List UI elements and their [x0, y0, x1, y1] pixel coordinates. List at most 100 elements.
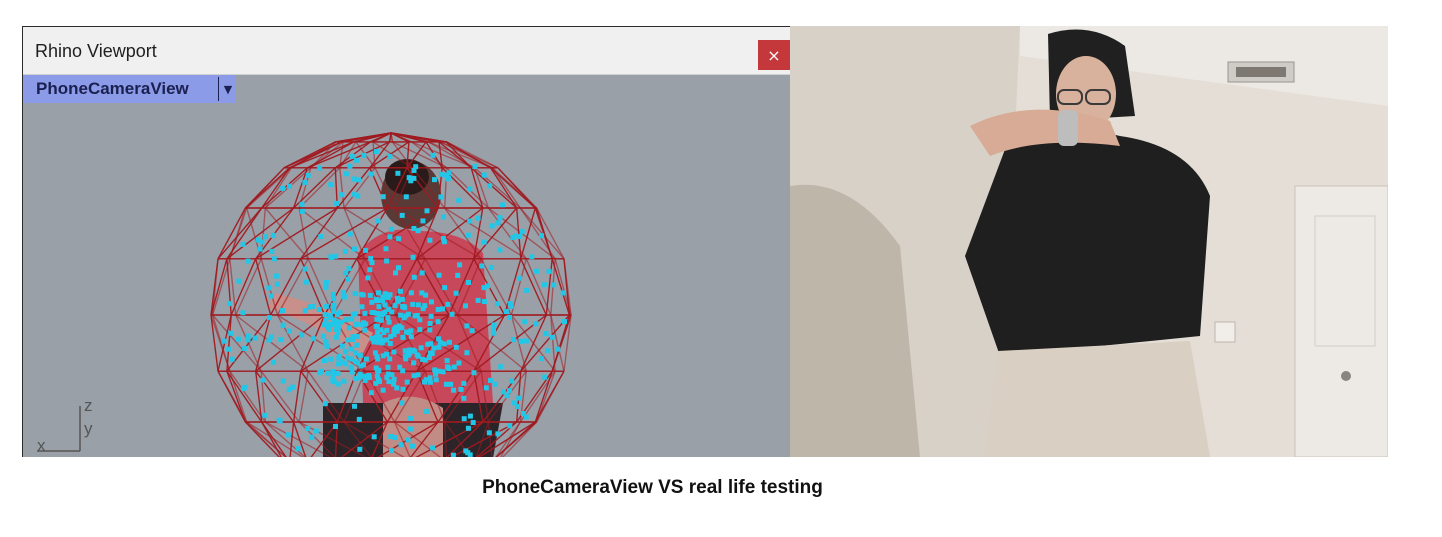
cloud-point: [560, 290, 566, 296]
cloud-point: [417, 317, 423, 323]
cloud-point: [330, 302, 336, 308]
cloud-point: [348, 316, 354, 322]
cloud-point: [333, 327, 339, 333]
cloud-point: [221, 338, 227, 344]
cloud-point: [376, 312, 382, 318]
cloud-point: [242, 345, 247, 351]
cloud-point: [545, 348, 551, 354]
cloud-point: [368, 171, 374, 177]
cloud-point: [357, 446, 363, 452]
mesh-edge: [217, 207, 263, 260]
cloud-point: [350, 334, 356, 340]
cloud-point: [362, 378, 368, 383]
cloud-point: [280, 308, 285, 314]
cloud-point: [391, 381, 397, 387]
cloud-point: [533, 321, 539, 327]
cloud-point: [489, 223, 495, 229]
cloud-point: [325, 370, 331, 376]
cloud-point: [515, 404, 520, 409]
cloud-point: [367, 267, 373, 273]
cloud-point: [467, 452, 473, 457]
cloud-point: [411, 175, 417, 181]
ceiling-vent: [1227, 61, 1295, 83]
cloud-point: [236, 336, 241, 342]
cloud-point: [542, 374, 548, 380]
cloud-point: [323, 303, 329, 309]
cloud-point: [555, 346, 561, 352]
cloud-point: [430, 445, 436, 451]
cloud-point: [352, 291, 358, 297]
cloud-point: [226, 346, 232, 352]
cloud-point: [371, 310, 377, 316]
cloud-point: [384, 258, 390, 264]
mesh-edge: [510, 314, 556, 372]
cloud-point: [427, 375, 433, 381]
cloud-point: [411, 360, 417, 366]
cloud-point: [420, 218, 426, 224]
cloud-point: [422, 379, 427, 385]
cloud-point: [341, 378, 347, 384]
cloud-point: [369, 260, 375, 266]
cloud-point: [330, 369, 336, 375]
cloud-point: [302, 179, 308, 185]
cloud-point: [376, 367, 382, 373]
viewport-name-tab[interactable]: PhoneCameraView ▼: [23, 75, 236, 103]
cloud-point: [374, 149, 379, 154]
cloud-point: [453, 344, 459, 350]
cloud-point: [415, 228, 421, 234]
chevron-down-icon[interactable]: ▼: [218, 77, 237, 101]
cloud-point: [405, 311, 411, 317]
viewport-canvas[interactable]: z y x: [23, 103, 790, 457]
cloud-point: [394, 295, 400, 301]
cloud-point: [430, 152, 436, 158]
cloud-point: [346, 325, 352, 331]
cloud-point: [357, 352, 363, 358]
cloud-point: [413, 164, 419, 170]
cloud-point: [262, 412, 268, 418]
cloud-point: [539, 233, 545, 239]
cloud-point: [252, 335, 258, 341]
cloud-point: [464, 323, 470, 329]
cloud-point: [408, 290, 414, 296]
cloud-point: [398, 288, 403, 294]
cloud-point: [495, 220, 501, 226]
cloud-point: [380, 194, 386, 200]
cloud-point: [415, 302, 421, 308]
cloud-point: [270, 232, 276, 238]
cloud-point: [500, 202, 506, 208]
cloud-point: [333, 253, 339, 259]
cloud-point: [385, 364, 391, 370]
cloud-point: [352, 403, 357, 409]
mesh-edge: [525, 258, 552, 316]
cloud-point: [517, 234, 523, 239]
cloud-point: [354, 157, 359, 163]
cloud-point: [472, 164, 478, 169]
cloud-point: [345, 276, 351, 282]
cloud-point: [263, 234, 268, 240]
cloud-point: [465, 232, 471, 238]
cloud-point: [494, 301, 500, 307]
cloud-point: [363, 247, 369, 253]
axis-x-label: x: [37, 436, 46, 455]
cloud-point: [488, 377, 493, 383]
cloud-point: [475, 297, 481, 303]
cloud-point: [523, 338, 529, 344]
cloud-point: [268, 334, 274, 340]
cloud-point: [274, 273, 279, 279]
cloud-point: [351, 176, 357, 182]
cloud-point: [299, 208, 305, 214]
cloud-point: [327, 314, 333, 320]
cloud-point: [260, 377, 266, 383]
cloud-point: [439, 171, 445, 177]
cloud-point: [330, 291, 336, 297]
cloud-point: [542, 282, 547, 288]
cloud-point: [419, 290, 425, 296]
cloud-point: [433, 371, 439, 377]
cloud-point: [412, 313, 418, 319]
cloud-point: [316, 306, 322, 312]
cloud-point: [363, 356, 369, 362]
cloud-point: [440, 369, 446, 375]
cloud-point: [408, 415, 414, 421]
close-button[interactable]: ×: [758, 40, 790, 70]
cloud-point: [408, 334, 414, 340]
